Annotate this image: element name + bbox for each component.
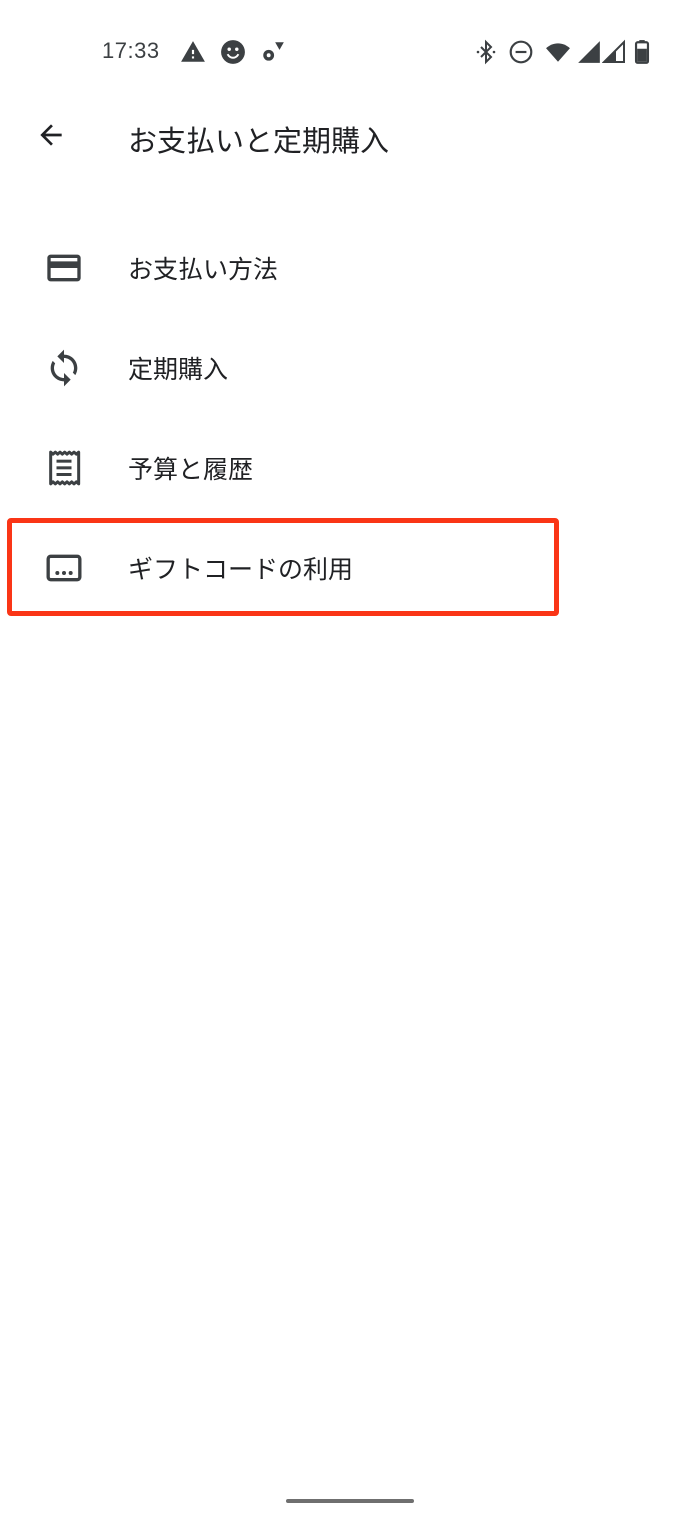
- menu-item-label: 予算と履歴: [128, 455, 254, 484]
- receipt-icon: [40, 446, 88, 490]
- app-bar: お支払いと定期購入: [0, 104, 700, 170]
- back-button[interactable]: [30, 116, 72, 158]
- signal-icon: [601, 39, 626, 69]
- menu-list: お支払い方法 定期購入 予算と履歴 ギフトコードの利用: [0, 218, 700, 618]
- battery-icon: [632, 39, 652, 69]
- page-title: お支払いと定期購入: [128, 124, 390, 158]
- do-not-disturb-icon: [508, 39, 534, 69]
- wifi-icon: [543, 39, 573, 69]
- gesture-nav-handle[interactable]: [286, 1499, 414, 1503]
- credit-card-icon: [40, 246, 88, 290]
- settings-sync-icon: [260, 39, 286, 69]
- menu-item-label: お支払い方法: [128, 255, 279, 284]
- menu-item-budget-history[interactable]: 予算と履歴: [0, 418, 700, 518]
- status-bar: 17:33: [0, 0, 700, 104]
- menu-item-payment-methods[interactable]: お支払い方法: [0, 218, 700, 318]
- arrow-left-icon: [35, 119, 67, 155]
- warning-icon: [180, 39, 206, 69]
- menu-item-redeem-gift-code[interactable]: ギフトコードの利用: [0, 518, 700, 618]
- smiley-icon: [220, 39, 246, 69]
- bluetooth-icon: [474, 39, 498, 69]
- sync-icon: [40, 346, 88, 390]
- status-time: 17:33: [102, 38, 160, 63]
- menu-item-label: ギフトコードの利用: [128, 555, 354, 584]
- menu-item-subscriptions[interactable]: 定期購入: [0, 318, 700, 418]
- redeem-code-icon: [40, 546, 88, 590]
- signal-icon: [576, 39, 602, 69]
- menu-item-label: 定期購入: [128, 355, 229, 384]
